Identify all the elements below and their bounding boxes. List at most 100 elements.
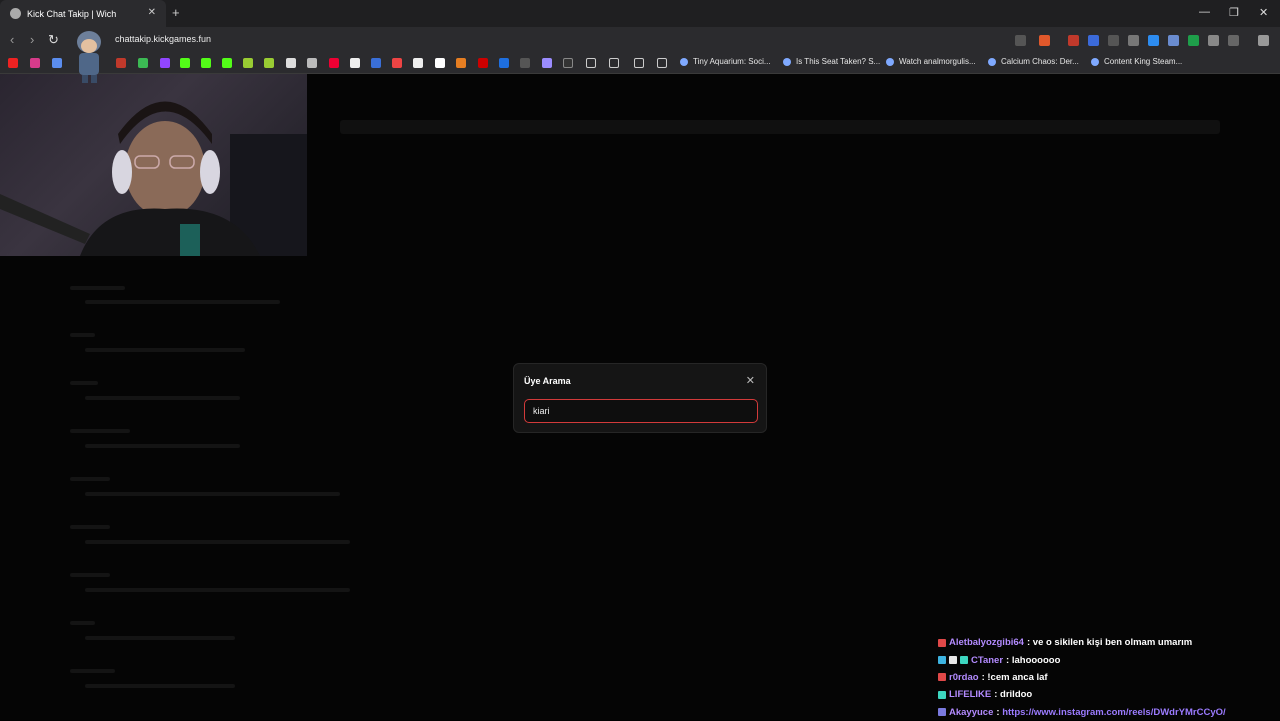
dimmed-text — [70, 286, 125, 290]
youtube-icon[interactable] — [8, 58, 18, 68]
chat-separator: : — [1006, 654, 1010, 666]
menu-icon[interactable] — [1258, 35, 1269, 46]
address-bar[interactable]: chattakip.kickgames.fun — [115, 34, 211, 44]
steam-icon — [988, 57, 996, 66]
chat-message: r0rdao : !cem anca laf — [938, 669, 1278, 686]
kick-icon[interactable] — [222, 58, 232, 68]
dimmed-text — [70, 669, 115, 673]
close-window-button[interactable]: ✕ — [1259, 6, 1268, 19]
dimmed-text — [85, 636, 235, 640]
dimmed-text — [85, 492, 340, 496]
extension-icon[interactable] — [1108, 35, 1119, 46]
chat-message: LIFELIKE : drildoo — [938, 686, 1278, 703]
minimize-button[interactable]: — — [1199, 6, 1210, 18]
twitch-icon[interactable] — [160, 58, 170, 68]
member-search-modal: Üye Arama ✕ — [513, 363, 767, 433]
chat-overlay: Aletbalyozgibi64 : ve o sikilen kişi ben… — [938, 634, 1278, 721]
new-tab-button[interactable]: + — [172, 5, 180, 20]
bookmark-icon[interactable] — [243, 58, 253, 68]
ublock-icon[interactable] — [1068, 35, 1079, 46]
bookmark-link[interactable]: Watch analmorgulis... — [886, 57, 976, 66]
gmail-icon[interactable] — [116, 58, 126, 68]
chat-separator: : — [1026, 637, 1031, 649]
extension-icon[interactable] — [1088, 35, 1099, 46]
reload-button[interactable]: ↻ — [48, 32, 59, 48]
bookmark-icon[interactable] — [307, 58, 317, 68]
share-icon[interactable] — [1015, 35, 1026, 46]
bookmark-link[interactable]: Tiny Aquarium: Soci... — [680, 57, 771, 66]
folder-icon[interactable] — [634, 58, 644, 68]
kick-badge-icon — [938, 708, 946, 717]
sidebar-icon[interactable] — [1228, 35, 1239, 46]
kick-icon[interactable] — [201, 58, 211, 68]
bookmark-icon[interactable] — [520, 58, 530, 68]
chat-message: Akayyuce : https://www.instagram.com/ree… — [938, 704, 1278, 721]
chat-separator: : — [981, 671, 985, 683]
close-icon[interactable]: ✕ — [746, 374, 755, 387]
steam-icon — [783, 57, 791, 66]
back-button[interactable]: ‹ — [10, 32, 14, 47]
bookmarks-bar: Tiny Aquarium: Soci... Is This Seat Take… — [0, 53, 1280, 74]
dimmed-text — [70, 333, 95, 337]
chat-separator: : — [994, 689, 998, 701]
drive-icon[interactable] — [138, 58, 148, 68]
gift-badge-icon — [938, 690, 946, 699]
bookmark-icon — [886, 57, 894, 66]
bookmark-link[interactable]: Calcium Chaos: Der... — [988, 57, 1079, 66]
bookmark-icon[interactable] — [542, 58, 552, 68]
instagram-icon[interactable] — [30, 58, 40, 68]
dimmed-text — [85, 684, 235, 688]
folder-icon[interactable] — [586, 58, 596, 68]
kick-badge-icon — [938, 638, 946, 647]
extension-icon[interactable] — [1128, 35, 1139, 46]
browser-tab[interactable]: Kick Chat Takip | Wich ✕ — [0, 0, 166, 27]
brave-shield-icon[interactable] — [1039, 35, 1050, 46]
bookmark-icon[interactable] — [563, 58, 573, 68]
bookmark-link[interactable]: Content King Steam... — [1091, 57, 1182, 66]
steam-icon — [680, 57, 688, 66]
dimmed-text — [70, 429, 130, 433]
dimmed-text — [85, 396, 240, 400]
chat-username: CTaner — [971, 654, 1004, 666]
amazon-icon[interactable] — [435, 58, 445, 68]
forward-button[interactable]: › — [30, 32, 34, 47]
dimmed-text — [70, 621, 95, 625]
bookmark-icon[interactable] — [499, 58, 509, 68]
x-icon[interactable] — [350, 58, 360, 68]
dimmed-text — [85, 588, 350, 592]
dimmed-text — [85, 540, 350, 544]
member-search-input[interactable] — [524, 399, 758, 423]
bookmark-icon[interactable] — [329, 58, 339, 68]
chat-link[interactable]: https://www.instagram.com/reels/DWdrYMrC… — [1002, 707, 1225, 718]
bookmark-icon[interactable] — [478, 58, 488, 68]
tab-favicon-icon — [10, 8, 21, 19]
extension-icon[interactable] — [1188, 35, 1199, 46]
bookmark-icon[interactable] — [413, 58, 423, 68]
chat-username: LIFELIKE — [949, 689, 992, 701]
bookmark-link[interactable]: Is This Seat Taken? S... — [783, 57, 880, 66]
bookmark-icon[interactable] — [371, 58, 381, 68]
webcam-overlay — [0, 74, 307, 256]
chat-text: ve o sikilen kişi ben olmam umarım — [1032, 637, 1193, 649]
tab-title: Kick Chat Takip | Wich — [27, 8, 117, 19]
chat-text: !cem anca laf — [987, 671, 1048, 683]
folder-icon[interactable] — [657, 58, 667, 68]
avatar — [70, 28, 108, 84]
reddit-icon[interactable] — [392, 58, 402, 68]
bookmark-icon[interactable] — [456, 58, 466, 68]
folder-icon[interactable] — [609, 58, 619, 68]
extension-icon[interactable] — [1148, 35, 1159, 46]
extension-icon[interactable] — [1168, 35, 1179, 46]
kick-icon[interactable] — [180, 58, 190, 68]
dimmed-text — [85, 300, 280, 304]
tab-close-icon[interactable]: ✕ — [148, 7, 156, 18]
dimmed-header — [340, 120, 1220, 134]
puzzle-icon[interactable] — [1208, 35, 1219, 46]
dimmed-text — [70, 525, 110, 529]
dimmed-text — [85, 348, 245, 352]
bookmark-icon[interactable] — [264, 58, 274, 68]
maximize-button[interactable]: ❐ — [1229, 6, 1239, 19]
gift-badge-icon — [960, 656, 968, 665]
bookmark-icon[interactable] — [52, 58, 62, 68]
bookmark-icon[interactable] — [286, 58, 296, 68]
